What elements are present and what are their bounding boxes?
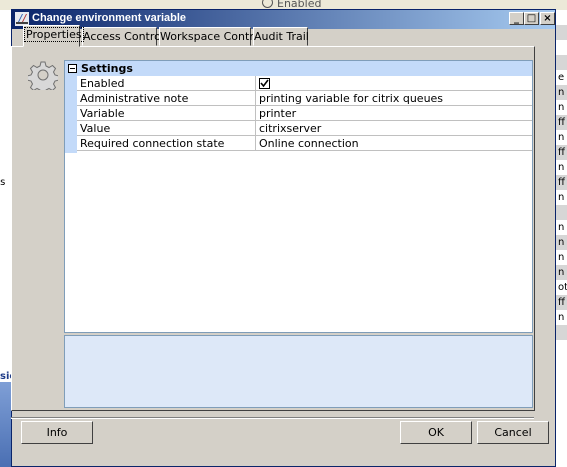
background-list-row: ff: [556, 115, 567, 130]
background-list-row: [556, 25, 567, 40]
value-value[interactable]: citrixserver: [259, 121, 321, 136]
property-key: Enabled: [80, 77, 125, 90]
background-list-row: ff: [556, 175, 567, 190]
variable-value[interactable]: printer: [259, 106, 296, 121]
background-list-row: [556, 40, 567, 55]
tab-label: Access Control: [83, 30, 164, 43]
button-label: Info: [46, 426, 68, 439]
background-list-row: n: [558, 312, 565, 323]
background-list-row: n: [556, 265, 567, 280]
info-button[interactable]: Info: [21, 421, 93, 444]
background-list-row: [556, 10, 567, 25]
administrative-note-value[interactable]: printing variable for citrix queues: [259, 91, 443, 106]
tab-audit-trail[interactable]: Audit Trail: [253, 27, 309, 46]
property-key: Required connection state: [80, 137, 225, 150]
background-list-row: ot: [558, 282, 567, 293]
column-separator: [255, 136, 256, 151]
background-list-row: n: [558, 102, 565, 113]
property-row-variable[interactable]: Variable printer: [77, 106, 532, 121]
property-row-value[interactable]: Value citrixserver: [77, 121, 532, 136]
background-left-panel: [0, 382, 11, 467]
button-label: OK: [428, 426, 444, 439]
tab-label: Audit Trail: [254, 30, 309, 43]
background-list-row: [556, 205, 567, 220]
required-connection-state-value[interactable]: Online connection: [259, 136, 359, 151]
button-label: Cancel: [494, 426, 532, 439]
background-list-row: n: [556, 85, 567, 100]
settings-property-grid: Settings Enabled Administrative note pri…: [64, 60, 533, 333]
column-separator: [255, 106, 256, 121]
dialog-title: Change environment variable: [32, 12, 187, 24]
background-list-row: ff: [556, 295, 567, 310]
settings-header: Settings: [65, 61, 532, 76]
minimize-button[interactable]: _: [509, 12, 524, 25]
tab-label: Workspace Control: [160, 30, 264, 43]
background-left-text: es: [0, 177, 6, 188]
close-button[interactable]: ×: [540, 12, 555, 25]
background-list-row: n: [558, 252, 565, 263]
property-row-administrative-note[interactable]: Administrative note printing variable fo…: [77, 91, 532, 106]
tab-properties[interactable]: Properties: [23, 25, 84, 47]
maximize-button[interactable]: □: [524, 12, 539, 25]
column-separator: [255, 121, 256, 136]
property-row-enabled[interactable]: Enabled: [77, 76, 532, 91]
button-divider: [11, 417, 534, 419]
cancel-button[interactable]: Cancel: [477, 421, 549, 444]
background-list-row: n: [558, 162, 565, 173]
environment-variable-icon: [15, 12, 29, 26]
property-key: Value: [80, 122, 111, 135]
background-list-row: [556, 325, 567, 340]
property-key: Administrative note: [80, 92, 189, 105]
tab-access-control[interactable]: Access Control: [82, 27, 164, 46]
background-list-row: n: [558, 192, 565, 203]
tab-label: Properties: [24, 27, 84, 42]
column-separator: [255, 91, 256, 106]
ok-button[interactable]: OK: [400, 421, 472, 444]
enabled-checkbox[interactable]: [259, 78, 270, 89]
background-list-row: n: [558, 222, 565, 233]
background-list-row: e: [558, 72, 565, 83]
grid-gutter: [65, 76, 77, 153]
background-list-row: ff: [556, 145, 567, 160]
description-panel: [64, 335, 533, 408]
gear-icon: [28, 61, 58, 90]
settings-header-label: Settings: [81, 62, 133, 75]
checkmark-icon: [260, 79, 269, 88]
radio-icon: [262, 0, 273, 8]
background-list-row: [556, 55, 567, 70]
property-row-required-connection-state[interactable]: Required connection state Online connect…: [77, 136, 532, 151]
tab-workspace-control[interactable]: Workspace Control: [159, 27, 263, 46]
background-list-row: n: [556, 235, 567, 250]
column-separator: [255, 76, 256, 91]
background-right-list: e n n ff n ff n ff n n n n n ot ff n: [556, 10, 567, 467]
property-key: Variable: [80, 107, 125, 120]
background-list-row: n: [558, 132, 565, 143]
collapse-icon[interactable]: [68, 64, 77, 73]
